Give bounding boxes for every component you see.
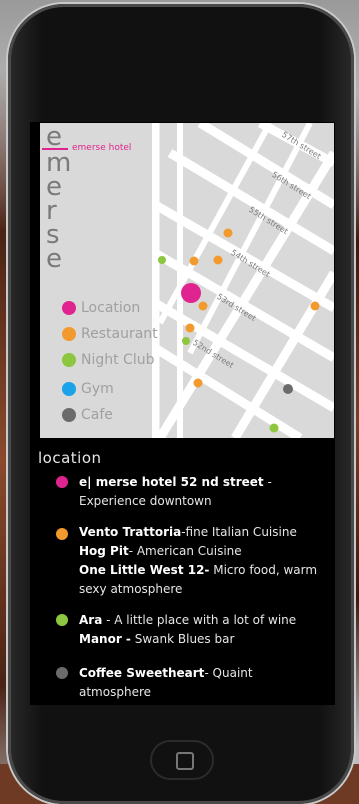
entry-name: Manor - bbox=[79, 632, 131, 646]
brand-name: emerse hotel bbox=[72, 143, 132, 153]
list-item[interactable]: Hog Pit- American Cuisine bbox=[79, 542, 327, 561]
night-club-dot-icon bbox=[62, 353, 76, 367]
list-item[interactable]: One Little West 12- Micro food, warm sex… bbox=[79, 561, 327, 599]
restaurant-entries[interactable]: Vento Trattoria-fine Italian Cuisine Hog… bbox=[79, 523, 327, 599]
legend-gym[interactable]: Gym bbox=[62, 381, 114, 397]
legend-location[interactable]: Location bbox=[62, 300, 140, 316]
night-club-entries[interactable]: Ara - A little place with a lot of wine … bbox=[79, 611, 327, 649]
brand-letter: e bbox=[46, 122, 63, 152]
legend-label: Restaurant bbox=[81, 326, 158, 342]
entry-desc: -fine Italian Cuisine bbox=[181, 525, 297, 539]
legend-label: Location bbox=[81, 300, 141, 316]
legend-label: Cafe bbox=[81, 407, 113, 423]
hotel-entry[interactable]: e| merse hotel 52 nd street - Experience… bbox=[79, 473, 327, 511]
legend-cafe[interactable]: Cafe bbox=[62, 407, 113, 423]
legend-night-club[interactable]: Night Club bbox=[62, 352, 155, 368]
list-item[interactable]: Vento Trattoria-fine Italian Cuisine bbox=[79, 523, 327, 542]
entry-name: Hog Pit bbox=[79, 544, 129, 558]
location-dot-icon bbox=[62, 301, 76, 315]
cafe-entry[interactable]: Coffee Sweetheart- Quaint atmosphere bbox=[79, 664, 327, 702]
entry-name: Coffee Sweetheart bbox=[79, 666, 205, 680]
entry-desc: - American Cuisine bbox=[128, 544, 242, 558]
legend-restaurant[interactable]: Restaurant bbox=[62, 326, 158, 342]
restaurant-dot-icon bbox=[62, 327, 76, 341]
cafe-bullet-icon bbox=[56, 667, 68, 679]
home-square-icon bbox=[176, 752, 194, 770]
section-title: location bbox=[38, 449, 102, 467]
list-item[interactable]: Ara - A little place with a lot of wine bbox=[79, 611, 327, 630]
entry-desc: - A little place with a lot of wine bbox=[102, 613, 297, 627]
restaurant-bullet-icon bbox=[56, 528, 68, 540]
entry-desc: Swank Blues bar bbox=[130, 632, 235, 646]
entry-name: Vento Trattoria bbox=[79, 525, 182, 539]
hotel-bullet-icon bbox=[56, 476, 68, 488]
entry-name: One Little West 12- bbox=[79, 563, 210, 577]
legend-label: Night Club bbox=[81, 352, 155, 368]
list-item[interactable]: Manor - Swank Blues bar bbox=[79, 630, 327, 649]
legend-label: Gym bbox=[81, 381, 114, 397]
night-club-bullet-icon bbox=[56, 614, 68, 626]
entry-name: Ara bbox=[79, 613, 103, 627]
cafe-dot-icon bbox=[62, 408, 76, 422]
gym-dot-icon bbox=[62, 382, 76, 396]
brand-letter: e bbox=[46, 244, 63, 274]
entry-name: e| merse hotel 52 nd street bbox=[79, 475, 264, 489]
